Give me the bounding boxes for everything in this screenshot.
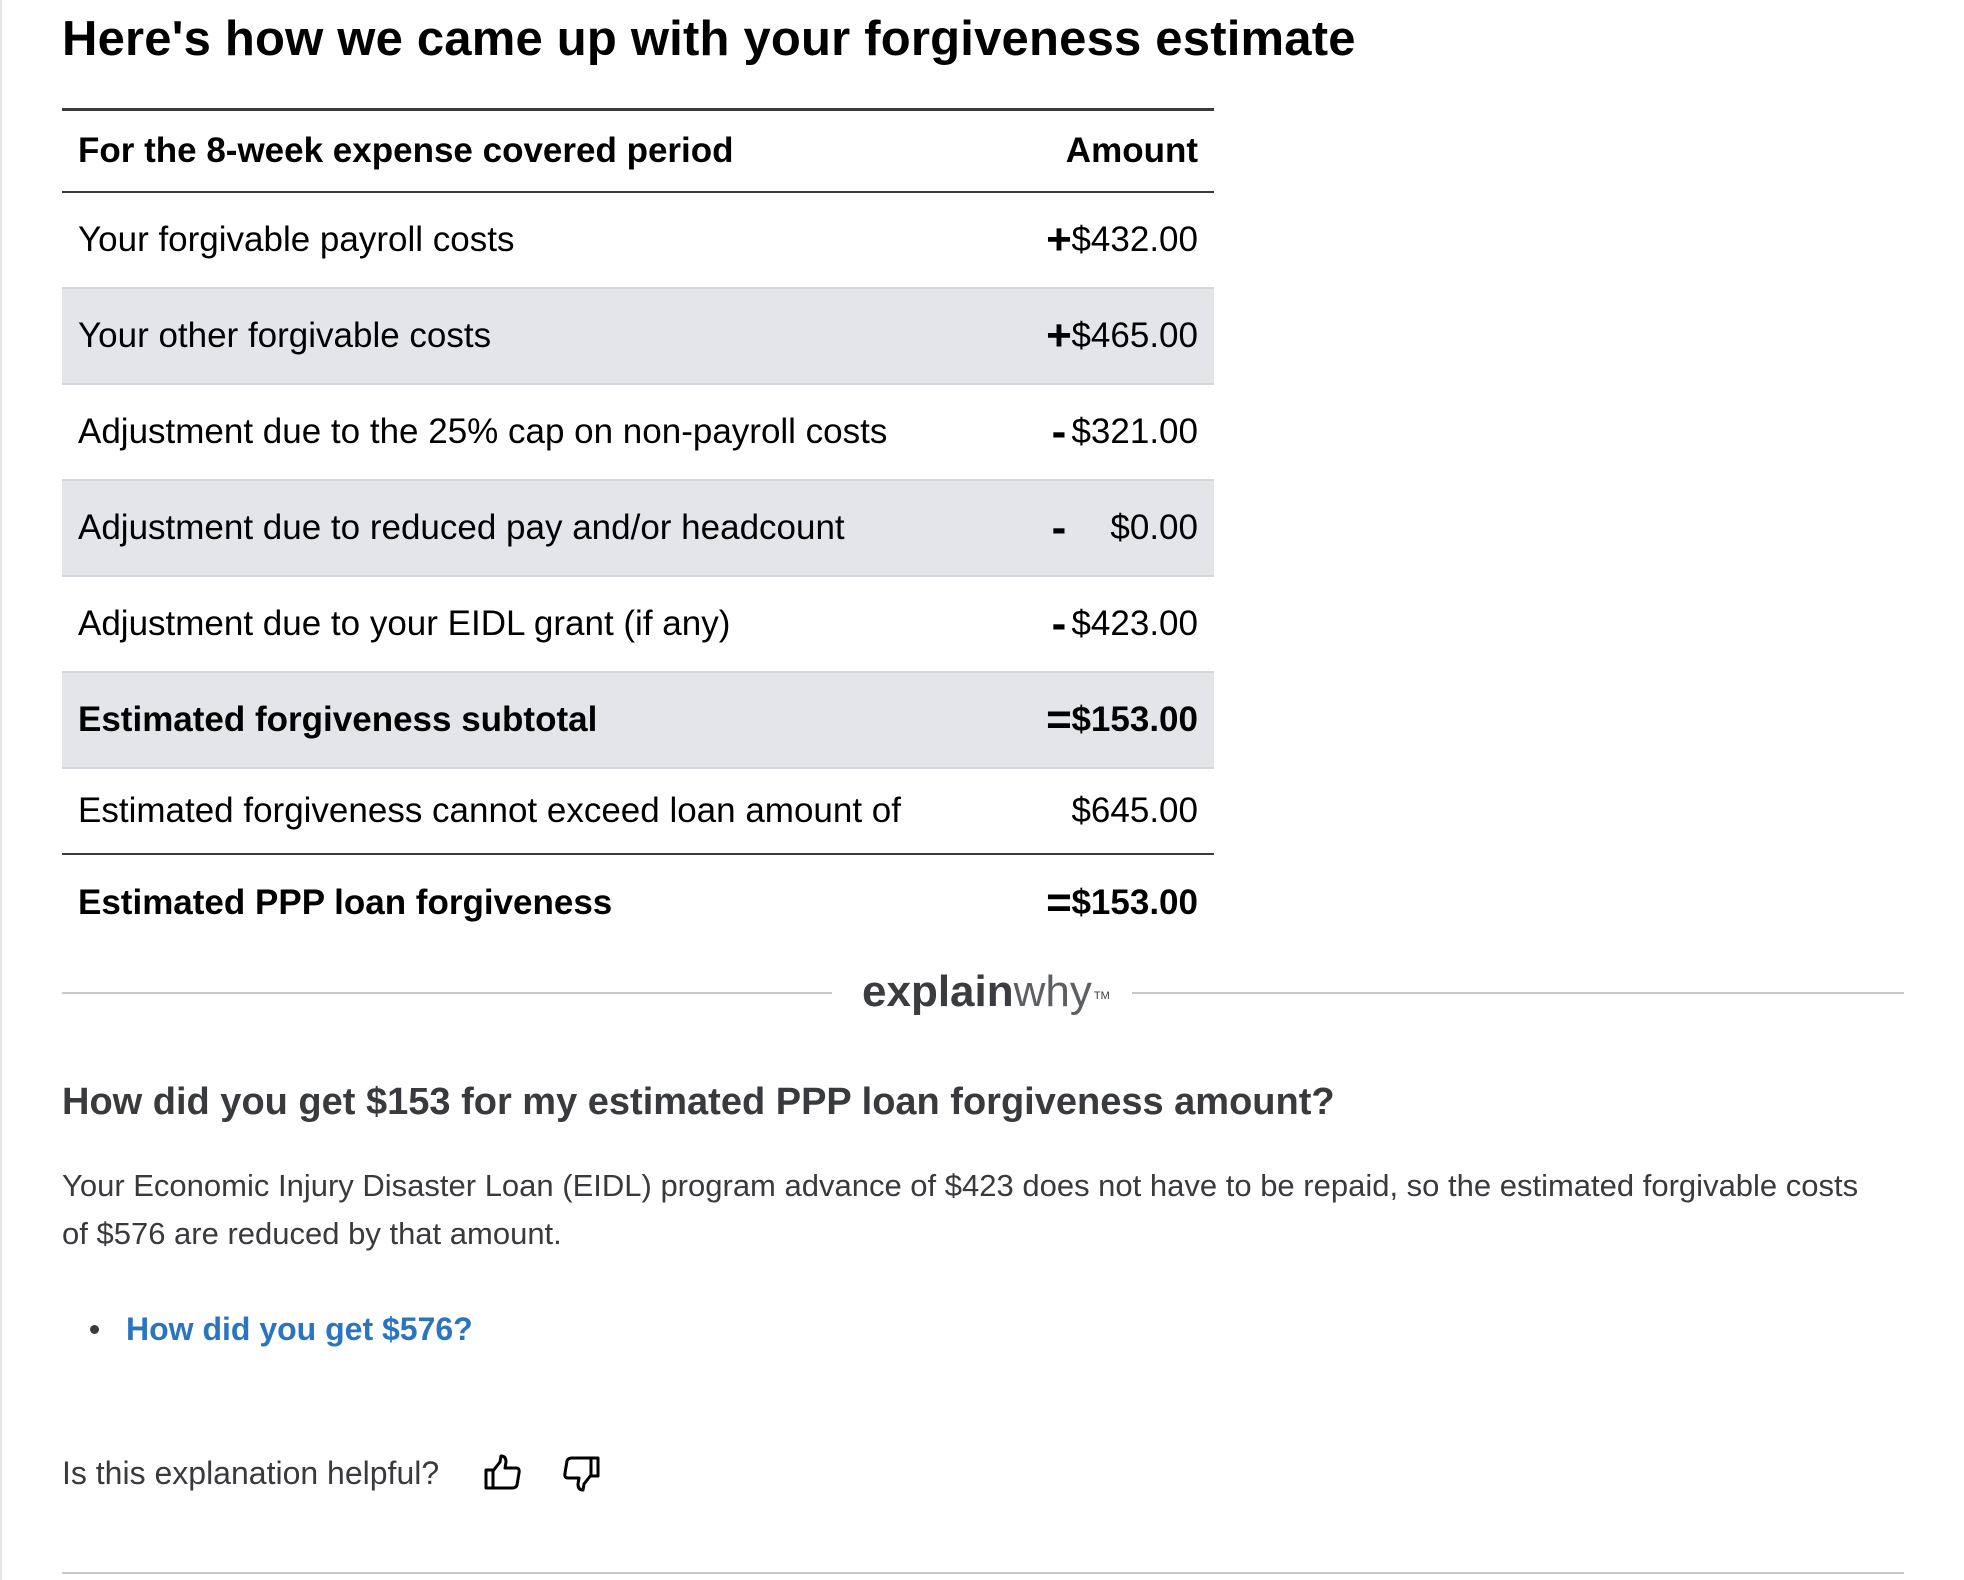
row-label: Adjustment due to your EIDL grant (if an… bbox=[78, 604, 731, 643]
bottom-divider bbox=[62, 1572, 1904, 1574]
explanation-answer: Your Economic Injury Disaster Loan (EIDL… bbox=[62, 1168, 1859, 1251]
row-label: Your forgivable payroll costs bbox=[78, 220, 515, 259]
brand-light: why bbox=[1013, 967, 1092, 1016]
list-item: How did you get $576? bbox=[62, 1304, 473, 1354]
explainwhy-logo: explainwhy TM bbox=[862, 962, 1110, 1022]
divider-line-right bbox=[1132, 992, 1904, 994]
loan-cap-row: Estimated forgiveness cannot exceed loan… bbox=[62, 769, 1214, 853]
loan-cap-label: Estimated forgiveness cannot exceed loan… bbox=[78, 791, 901, 830]
explanation-question: How did you get $153 for my estimated PP… bbox=[62, 1081, 1335, 1123]
brand-bold: explain bbox=[862, 967, 1014, 1016]
total-label: Estimated PPP loan forgiveness bbox=[78, 883, 613, 922]
table-row: Adjustment due to reduced pay and/or hea… bbox=[62, 481, 1214, 577]
bullet-icon bbox=[90, 1325, 99, 1334]
row-amount: $432.00 bbox=[1071, 220, 1198, 259]
row-amount: $0.00 bbox=[1110, 508, 1198, 547]
feedback-prompt: Is this explanation helpful? bbox=[62, 1454, 440, 1491]
page-title: Here's how we came up with your forgiven… bbox=[62, 12, 1356, 66]
table-row: Adjustment due to your EIDL grant (if an… bbox=[62, 577, 1214, 673]
thumbs-down-icon[interactable] bbox=[557, 1449, 605, 1497]
minus-operator: - bbox=[1051, 503, 1067, 552]
table-row: Your forgivable payroll costs + $432.00 bbox=[62, 193, 1214, 289]
subtotal-amount: $153.00 bbox=[1071, 700, 1198, 739]
page-frame-edge bbox=[0, 0, 2, 1580]
amount-header: Amount bbox=[1065, 131, 1198, 170]
row-label: Your other forgivable costs bbox=[78, 316, 492, 355]
row-label: Adjustment due to the 25% cap on non-pay… bbox=[78, 412, 888, 451]
trademark-mark: TM bbox=[1093, 990, 1110, 1002]
table-row: Adjustment due to the 25% cap on non-pay… bbox=[62, 385, 1214, 481]
loan-cap-amount: $645.00 bbox=[1071, 791, 1198, 830]
feedback-bar: Is this explanation helpful? bbox=[62, 1448, 605, 1498]
explainwhy-divider: explainwhy TM bbox=[62, 962, 1904, 1022]
table-header: For the 8-week expense covered period Am… bbox=[62, 111, 1214, 191]
row-amount: $321.00 bbox=[1071, 412, 1198, 451]
how-576-link[interactable]: How did you get $576? bbox=[126, 1311, 473, 1347]
total-amount: $153.00 bbox=[1071, 883, 1198, 922]
row-amount: $423.00 bbox=[1071, 604, 1198, 643]
divider-line-left bbox=[62, 992, 832, 994]
row-amount: $465.00 bbox=[1071, 316, 1198, 355]
row-label: Adjustment due to reduced pay and/or hea… bbox=[78, 508, 845, 547]
table-row: Your other forgivable costs + $465.00 bbox=[62, 289, 1214, 385]
thumbs-up-icon[interactable] bbox=[479, 1449, 527, 1497]
subtotal-row: Estimated forgiveness subtotal = $153.00 bbox=[62, 673, 1214, 769]
subtotal-label: Estimated forgiveness subtotal bbox=[78, 700, 598, 739]
total-row: Estimated PPP loan forgiveness = $153.00 bbox=[62, 855, 1214, 951]
forgiveness-table: For the 8-week expense covered period Am… bbox=[62, 108, 1214, 951]
related-questions: How did you get $576? bbox=[62, 1304, 473, 1354]
period-header: For the 8-week expense covered period bbox=[78, 131, 734, 170]
